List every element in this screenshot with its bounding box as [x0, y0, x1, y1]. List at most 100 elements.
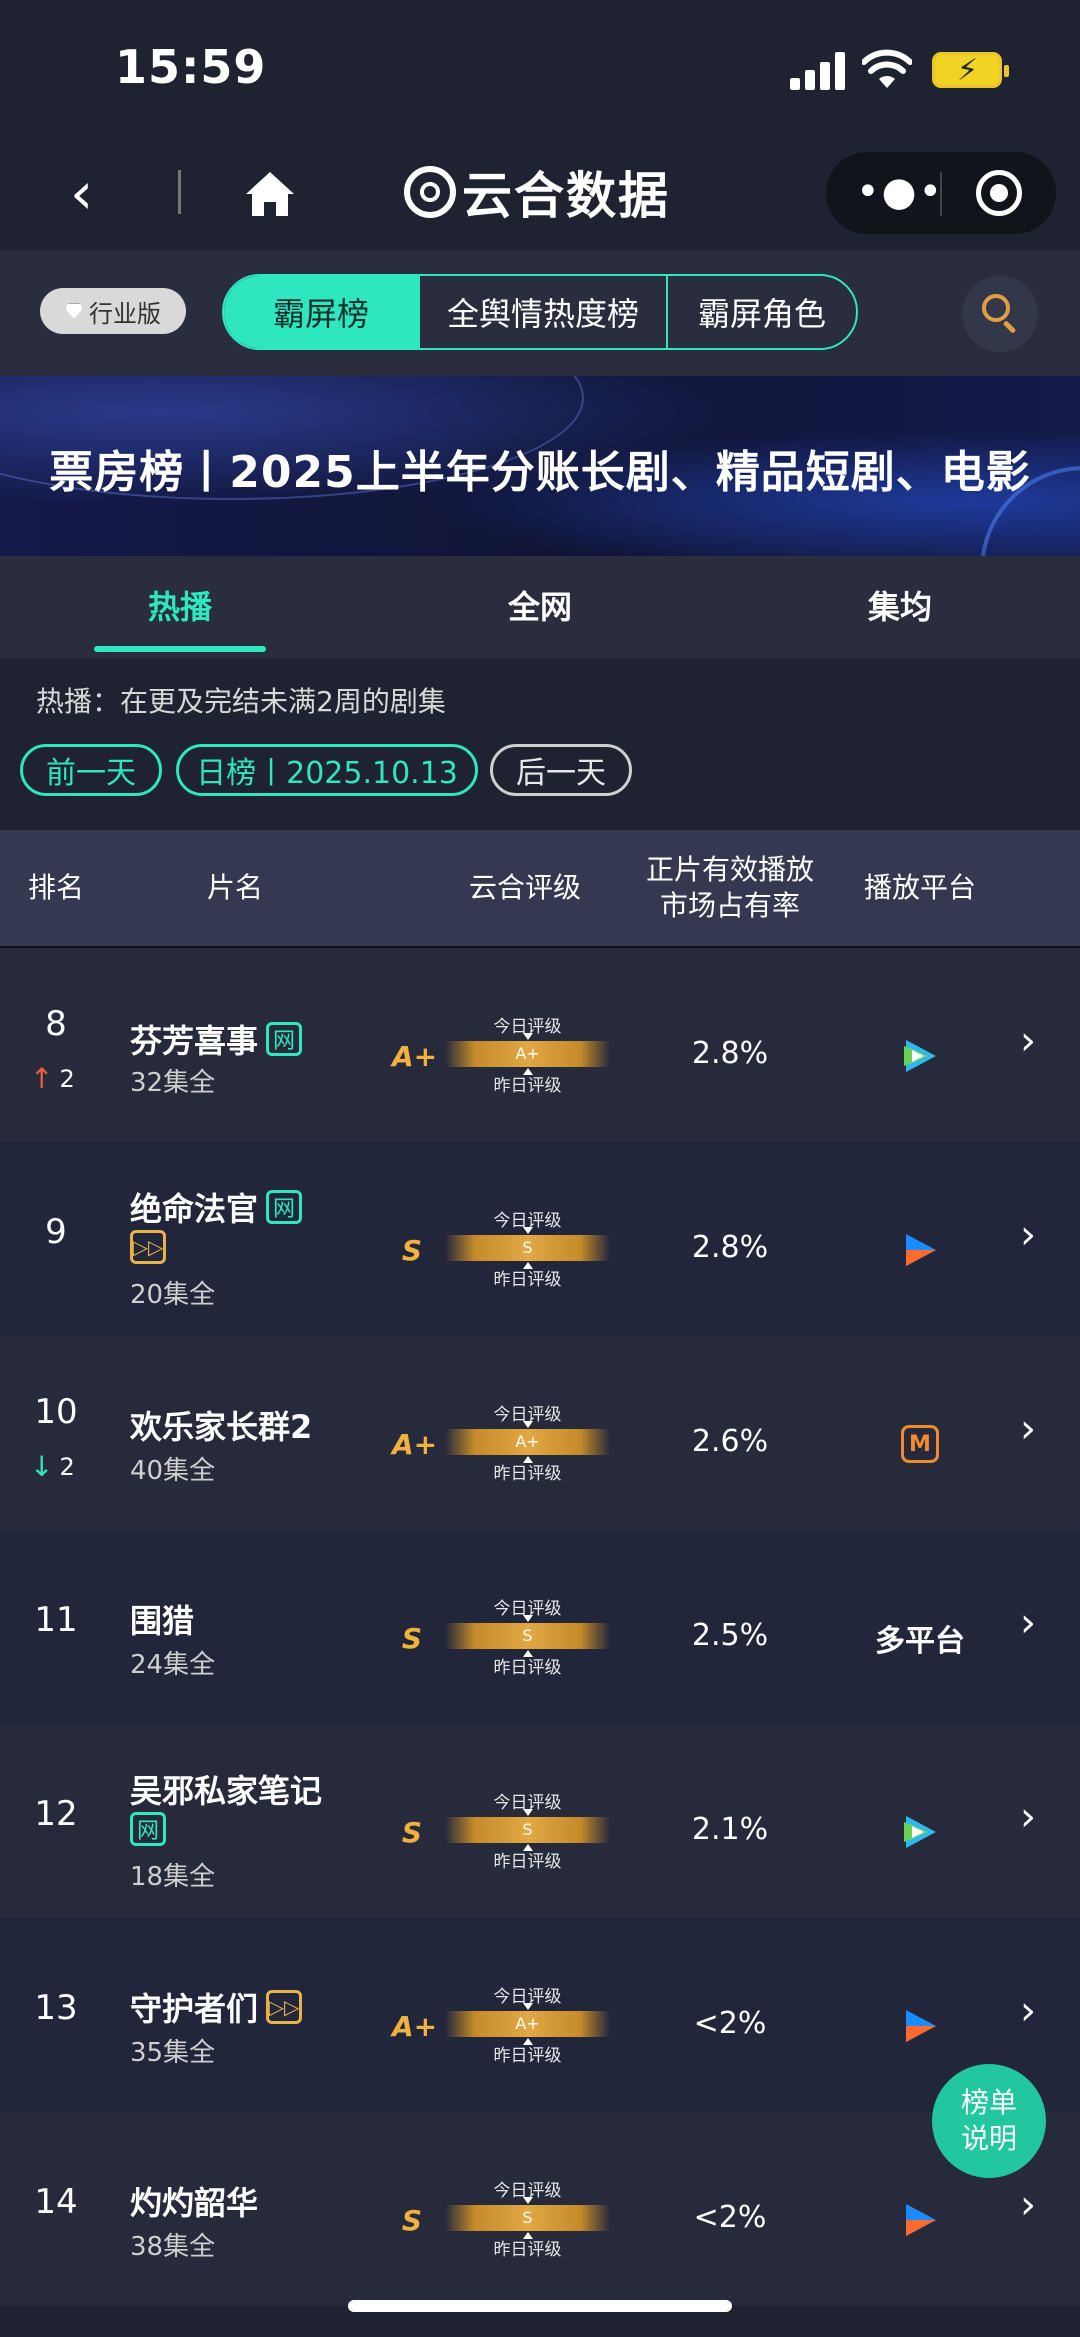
grade-gauge: 今日评级 A+ 昨日评级	[445, 1012, 610, 1096]
table-row[interactable]: 14 灼灼韶华 38集全 S 今日评级 S 昨日评级 <2% ›	[0, 2112, 1080, 2306]
market-share: 2.5%	[691, 1618, 769, 1653]
tab-rebo-label: 热播	[147, 588, 212, 626]
platform-cell	[860, 1808, 980, 1856]
grade-bar: S	[445, 1615, 610, 1657]
platform-cell	[860, 1226, 980, 1274]
platform-cell: 多平台	[860, 1614, 980, 1662]
grade-bar-text: S	[522, 1820, 533, 1839]
more-icon[interactable]: •●•	[856, 170, 944, 214]
tencent-video-icon	[904, 1816, 936, 1848]
ranking-explanation-button[interactable]: 榜单 说明	[932, 2064, 1046, 2178]
header-grade: 云合评级	[468, 871, 581, 904]
trend-value: 2	[59, 1452, 75, 1481]
grade-gauge: 今日评级 S 昨日评级	[445, 1788, 610, 1872]
chevron-right-icon[interactable]: ›	[1020, 1600, 1036, 1646]
grade-bar: S	[445, 2197, 610, 2239]
chevron-right-icon[interactable]: ›	[1020, 1988, 1036, 2034]
industry-badge[interactable]: 行业版	[40, 288, 186, 334]
show-title-text: 围猎	[130, 1602, 195, 1640]
signal-icon	[790, 52, 846, 90]
table-row[interactable]: 10 ↓ 2 欢乐家长群2 40集全 A+ 今日评级 A+ 昨日评级 2.6% M…	[0, 1336, 1080, 1530]
home-icon[interactable]	[242, 166, 298, 222]
battery-icon: ⚡	[932, 52, 1009, 88]
exclusive-play-icon: ▷▷	[130, 1230, 166, 1264]
wifi-icon	[862, 49, 912, 88]
sub-tabs: 热播 全网 集均	[0, 556, 1080, 658]
home-indicator[interactable]	[348, 2300, 732, 2312]
market-share: <2%	[693, 2200, 767, 2235]
tab-bapingbang[interactable]: 霸屏榜	[224, 276, 418, 348]
nav-divider	[178, 170, 181, 214]
chevron-right-icon[interactable]: ›	[1020, 1794, 1036, 1840]
rank-trend: ↓ 2	[30, 1450, 75, 1483]
table-row[interactable]: 12 吴邪私家笔记 网 18集全 S 今日评级 S 昨日评级 2.1% ›	[0, 1724, 1080, 1918]
table-row[interactable]: 11 围猎 24集全 S 今日评级 S 昨日评级 2.5% 多平台 ›	[0, 1530, 1080, 1724]
grade-gauge: 今日评级 S 昨日评级	[445, 2176, 610, 2260]
next-day-button[interactable]: 后一天	[490, 744, 632, 796]
brand-name: 云合数据	[462, 167, 670, 225]
online-tag: 网	[266, 1190, 303, 1224]
fab-line1: 榜单	[960, 2086, 1017, 2119]
table-row[interactable]: 13 守护者们 ▷▷ 35集全 A+ 今日评级 A+ 昨日评级 <2% ›	[0, 1918, 1080, 2112]
grade-gauge: 今日评级 A+ 昨日评级	[445, 1400, 610, 1484]
market-share: <2%	[693, 2006, 767, 2041]
grade-bar-text: A+	[515, 1432, 540, 1451]
header-share: 正片有效播放 市场占有率	[630, 830, 830, 946]
chevron-right-icon[interactable]: ›	[1020, 1406, 1036, 1452]
show-title: 守护者们 ▷▷	[130, 1984, 303, 2030]
grade-bar-text: S	[522, 2208, 533, 2227]
yunhe-logo-icon	[404, 166, 456, 218]
tab-rebo[interactable]: 热播	[0, 556, 360, 658]
show-title: 绝命法官 网	[130, 1184, 303, 1230]
mango-tv-icon: M	[901, 1425, 939, 1463]
show-title-text: 芬芳喜事	[130, 1022, 259, 1060]
show-title-text: 灼灼韶华	[130, 2184, 259, 2222]
grade-gauge: 今日评级 S 昨日评级	[445, 1594, 610, 1678]
tab-bapingjuese[interactable]: 霸屏角色	[666, 276, 856, 348]
search-button[interactable]	[962, 276, 1038, 352]
show-title: 欢乐家长群2	[130, 1402, 312, 1448]
tab-quanyuqing[interactable]: 全舆情热度榜	[418, 276, 666, 348]
show-title-text: 绝命法官	[130, 1190, 259, 1228]
tab-jijun[interactable]: 集均	[720, 556, 1080, 658]
grade-label: A+	[392, 1040, 438, 1073]
episode-count: 40集全	[130, 1456, 216, 1486]
online-tag: 网	[130, 1812, 166, 1846]
fab-line2: 说明	[960, 2122, 1017, 2155]
chevron-right-icon[interactable]: ›	[1020, 2182, 1036, 2228]
active-tab-indicator	[94, 646, 266, 652]
show-title-text: 吴邪私家笔记	[130, 1772, 323, 1810]
chevron-right-icon[interactable]: ›	[1020, 1212, 1036, 1258]
header-share-line1: 正片有效播放	[645, 853, 814, 886]
status-time: 15:59	[115, 40, 267, 94]
mini-program-capsule: •●•	[826, 152, 1056, 234]
promo-banner[interactable]: 票房榜丨2025上半年分账长剧、精品短剧、电影	[0, 376, 1080, 556]
prev-day-button[interactable]: 前一天	[20, 744, 162, 796]
grade-gauge: 今日评级 A+ 昨日评级	[445, 1982, 610, 2066]
rank-number: 11	[34, 1600, 78, 1640]
platform-cell	[860, 1032, 980, 1080]
grade-bar: A+	[445, 1421, 610, 1463]
grade-bar-text: S	[522, 1626, 533, 1645]
close-program-icon[interactable]	[976, 170, 1022, 216]
header-title: 片名	[206, 871, 263, 904]
rank-number: 14	[34, 2182, 78, 2222]
show-tags: ▷▷	[130, 1230, 166, 1264]
date-selector[interactable]: 日榜丨2025.10.13	[176, 744, 478, 796]
back-icon[interactable]: ‹	[70, 164, 110, 226]
table-row[interactable]: 8 ↑ 2 芬芳喜事 网 32集全 A+ 今日评级 A+ 昨日评级 2.8% ›	[0, 948, 1080, 1142]
mini-program-nav: ‹ 云合数据 •●•	[0, 140, 1080, 250]
platform-cell	[860, 2196, 980, 2244]
youku-icon	[906, 2204, 936, 2236]
youku-icon	[906, 1234, 936, 1266]
tab-quanwang[interactable]: 全网	[360, 556, 720, 658]
show-tags: 网	[130, 1812, 166, 1846]
chevron-right-icon[interactable]: ›	[1020, 1018, 1036, 1064]
rank-trend: ↑ 2	[30, 1062, 75, 1095]
youku-icon	[906, 2010, 936, 2042]
arrow-down-icon: ↓	[30, 1450, 54, 1483]
table-row[interactable]: 9 绝命法官 网 ▷▷ 20集全 S 今日评级 S 昨日评级 2.8% ›	[0, 1142, 1080, 1336]
rank-number: 9	[45, 1212, 67, 1252]
episode-count: 35集全	[130, 2038, 216, 2068]
diamond-icon	[65, 303, 83, 319]
